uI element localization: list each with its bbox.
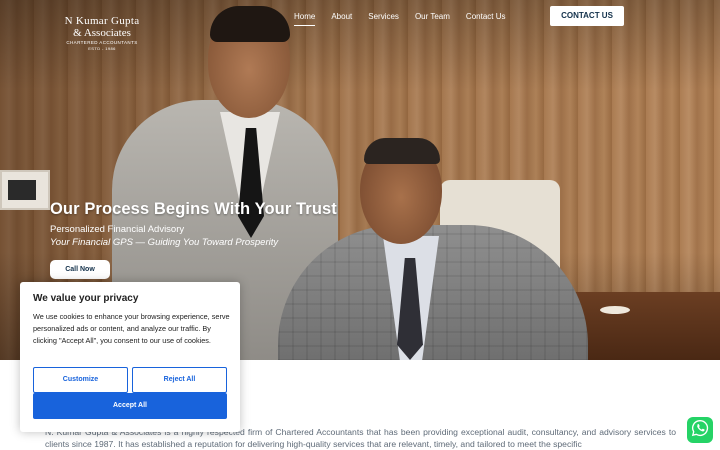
cookie-title: We value your privacy (33, 293, 139, 304)
hero-title: Our Process Begins With Your Trust (50, 200, 337, 218)
accept-all-button[interactable]: Accept All (33, 393, 227, 419)
nav-about[interactable]: About (323, 11, 360, 23)
cookie-description: We use cookies to enhance your browsing … (33, 312, 230, 346)
seated-man-hair (364, 138, 440, 164)
reject-all-button[interactable]: Reject All (132, 367, 227, 393)
nav-our-team[interactable]: Our Team (407, 11, 458, 23)
call-now-button[interactable]: Call Now (50, 260, 110, 279)
customize-button[interactable]: Customize (33, 367, 128, 393)
hero-subtitle: Personalized Financial Advisory (50, 224, 185, 235)
site-logo[interactable]: N Kumar Gupta & Associates CHARTERED ACC… (56, 15, 148, 52)
nav-home[interactable]: Home (286, 11, 323, 26)
logo-line-associates: & Associates (73, 27, 131, 39)
logo-line-established: ESTD - 1986 (88, 46, 116, 51)
whatsapp-icon (691, 419, 709, 442)
hero-tagline: Your Financial GPS — Guiding You Toward … (50, 237, 279, 248)
cookie-consent-banner: We value your privacy We use cookies to … (20, 282, 240, 432)
logo-line-name: N Kumar Gupta (64, 15, 140, 27)
whatsapp-button[interactable] (687, 417, 713, 443)
wall-thermostat (0, 170, 50, 210)
standing-man-hair (210, 6, 290, 42)
contact-us-button[interactable]: CONTACT US (550, 6, 624, 26)
main-nav: Home About Services Our Team Contact Us (286, 11, 514, 26)
nav-contact-us[interactable]: Contact Us (458, 11, 514, 23)
nav-services[interactable]: Services (360, 11, 407, 23)
desk-lamp (600, 306, 630, 314)
